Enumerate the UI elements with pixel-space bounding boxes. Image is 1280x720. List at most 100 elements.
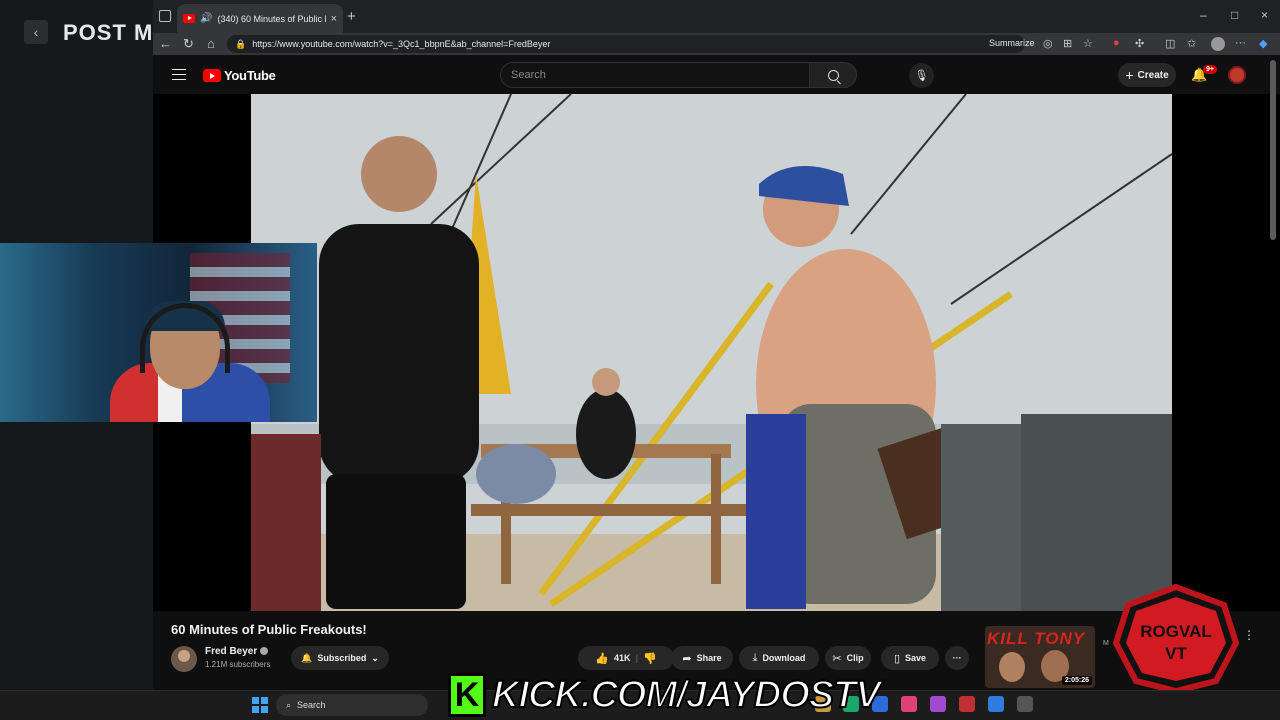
logo-text-line1: ROGVAL <box>1140 622 1211 641</box>
youtube-masthead: YouTube 🎙 + Create 🔔 9+ <box>153 55 1280 95</box>
windows-start-icon[interactable] <box>252 697 268 713</box>
kick-url-text: KICK.COM/JAYDOSTV <box>491 673 882 717</box>
video-duration: 2:05:26 <box>1061 676 1092 685</box>
favorites-icon[interactable]: ✩ <box>1187 37 1196 50</box>
back-button[interactable]: ← <box>159 36 172 51</box>
taskbar-app-icon[interactable] <box>988 696 1004 712</box>
account-avatar[interactable] <box>1228 66 1246 84</box>
logo-text-line2: VT <box>1165 644 1187 663</box>
summarize-button[interactable]: Summarize <box>989 38 1035 48</box>
scissors-icon: ✂ <box>832 652 842 665</box>
taskbar-search-label: Search <box>297 700 326 710</box>
tab-title: (340) 60 Minutes of Public Fr <box>217 13 326 24</box>
bell-icon: 🔔 <box>301 652 313 663</box>
save-button[interactable]: ▯ Save <box>881 646 939 670</box>
share-icon: ➦ <box>682 652 692 665</box>
save-label: Save <box>905 653 927 663</box>
kick-logo-icon: K <box>448 673 486 717</box>
maximize-button[interactable]: □ <box>1231 8 1238 22</box>
profile-icon[interactable] <box>1211 37 1225 51</box>
like-dislike-group: 👍 41K | 👎 <box>578 646 674 670</box>
apps-icon[interactable]: ⊞ <box>1063 37 1072 50</box>
share-label: Share <box>696 653 722 663</box>
youtube-logo-text: YouTube <box>224 68 276 83</box>
tab-bar: 🔊 (340) 60 Minutes of Public Fr × + – □ … <box>153 0 1280 33</box>
streamer-logo: ROGVAL VT <box>1112 583 1240 693</box>
bookmark-icon: ▯ <box>893 652 901 665</box>
close-window-button[interactable]: × <box>1261 8 1268 22</box>
kick-banner: K KICK.COM/JAYDOSTV <box>448 668 882 720</box>
thumbnail-face <box>999 652 1025 682</box>
clip-button[interactable]: ✂ Clip <box>825 646 871 670</box>
search-icon <box>827 69 839 81</box>
channel-name[interactable]: Fred Beyer <box>205 646 257 657</box>
share-button[interactable]: ➦ Share <box>671 646 733 670</box>
youtube-logo-icon <box>203 69 221 82</box>
taskbar-app-icon[interactable] <box>959 696 975 712</box>
thumbnail-text: KILL TONY <box>987 629 1086 648</box>
youtube-favicon-icon <box>183 14 195 23</box>
thumbs-up-icon[interactable]: 👍 <box>595 652 609 665</box>
settings-more-icon[interactable]: ··· <box>1235 37 1246 49</box>
clip-label: Clip <box>846 653 864 663</box>
download-label: Download <box>762 653 806 663</box>
taskbar-search[interactable]: ⌕ Search <box>276 694 428 716</box>
address-bar: ← ↻ ⌂ 🔒 https://www.youtube.com/watch?v=… <box>153 33 1280 55</box>
recommended-video-thumbnail[interactable]: KILL TONY 2:05:26 <box>985 626 1095 688</box>
more-actions-button[interactable]: ··· <box>945 646 969 670</box>
speaker-icon[interactable]: 🔊 <box>200 13 212 24</box>
extension-icon[interactable]: ● <box>1113 37 1120 49</box>
chevron-down-icon: ⌄ <box>371 652 379 663</box>
lock-icon[interactable]: 🔒 <box>235 39 246 50</box>
recommended-more-icon[interactable]: ⋮ <box>1243 628 1255 642</box>
create-label: Create <box>1137 69 1169 81</box>
subscribed-label: Subscribed <box>317 653 367 663</box>
screen: ‹ POST MA 🔊 (340) 60 Minutes of Public F… <box>0 0 1280 720</box>
subscribed-button[interactable]: 🔔 Subscribed ⌄ <box>291 646 389 670</box>
reader-icon[interactable]: ◎ <box>1043 37 1053 50</box>
close-tab-icon[interactable]: × <box>331 13 337 25</box>
back-arrow-icon[interactable]: ‹ <box>24 20 48 44</box>
taskbar-app-icon[interactable] <box>930 696 946 712</box>
minimize-button[interactable]: – <box>1200 8 1207 22</box>
channel-avatar[interactable] <box>171 646 197 672</box>
copilot-icon[interactable]: ◆ <box>1259 37 1267 50</box>
taskbar-app-icon[interactable] <box>1017 696 1033 712</box>
subscriber-count: 1.21M subscribers <box>205 660 271 669</box>
verified-check-icon <box>260 647 269 655</box>
extensions-puzzle-icon[interactable]: ✣ <box>1135 37 1144 50</box>
download-icon: ⤓ <box>752 651 758 664</box>
favorite-star-icon[interactable]: ☆ <box>1083 37 1093 50</box>
taskbar-app-icon[interactable] <box>901 696 917 712</box>
new-tab-button[interactable]: + <box>347 8 356 25</box>
voice-search-button[interactable]: 🎙 <box>909 63 934 88</box>
create-button[interactable]: + Create <box>1118 63 1176 87</box>
search-input[interactable] <box>500 62 809 88</box>
menu-icon[interactable] <box>172 69 186 80</box>
plus-icon: + <box>1125 67 1134 83</box>
download-button[interactable]: ⤓ Download <box>739 646 819 670</box>
like-count[interactable]: 41K <box>614 653 631 663</box>
video-frame <box>251 94 1172 611</box>
url-text: https://www.youtube.com/watch?v=_3Qc1_bb… <box>252 39 551 49</box>
webcam-overlay <box>0 243 317 422</box>
search-button[interactable] <box>809 62 857 88</box>
search-box <box>500 62 857 88</box>
reload-button[interactable]: ↻ <box>183 36 194 52</box>
microphone-icon: 🎙 <box>914 70 929 82</box>
browser-window: 🔊 (340) 60 Minutes of Public Fr × + – □ … <box>153 0 1280 690</box>
page-scrollbar[interactable] <box>1270 60 1276 240</box>
youtube-logo[interactable]: YouTube <box>203 68 276 83</box>
video-title: 60 Minutes of Public Freakouts! <box>171 622 367 637</box>
url-field[interactable]: 🔒 https://www.youtube.com/watch?v=_3Qc1_… <box>227 35 1025 53</box>
thumbs-down-icon[interactable]: 👎 <box>643 652 657 665</box>
tab-actions-icon[interactable] <box>159 10 171 22</box>
video-player[interactable] <box>251 94 1172 611</box>
search-icon: ⌕ <box>286 699 292 710</box>
divider: | <box>635 653 639 663</box>
home-button[interactable]: ⌂ <box>207 36 215 51</box>
tab-youtube[interactable]: 🔊 (340) 60 Minutes of Public Fr × <box>177 4 343 33</box>
recommended-title-fragment[interactable]: M <box>1103 640 1109 647</box>
channel-name-row[interactable]: Fred Beyer <box>205 646 269 657</box>
split-screen-icon[interactable]: ◫ <box>1165 37 1175 50</box>
